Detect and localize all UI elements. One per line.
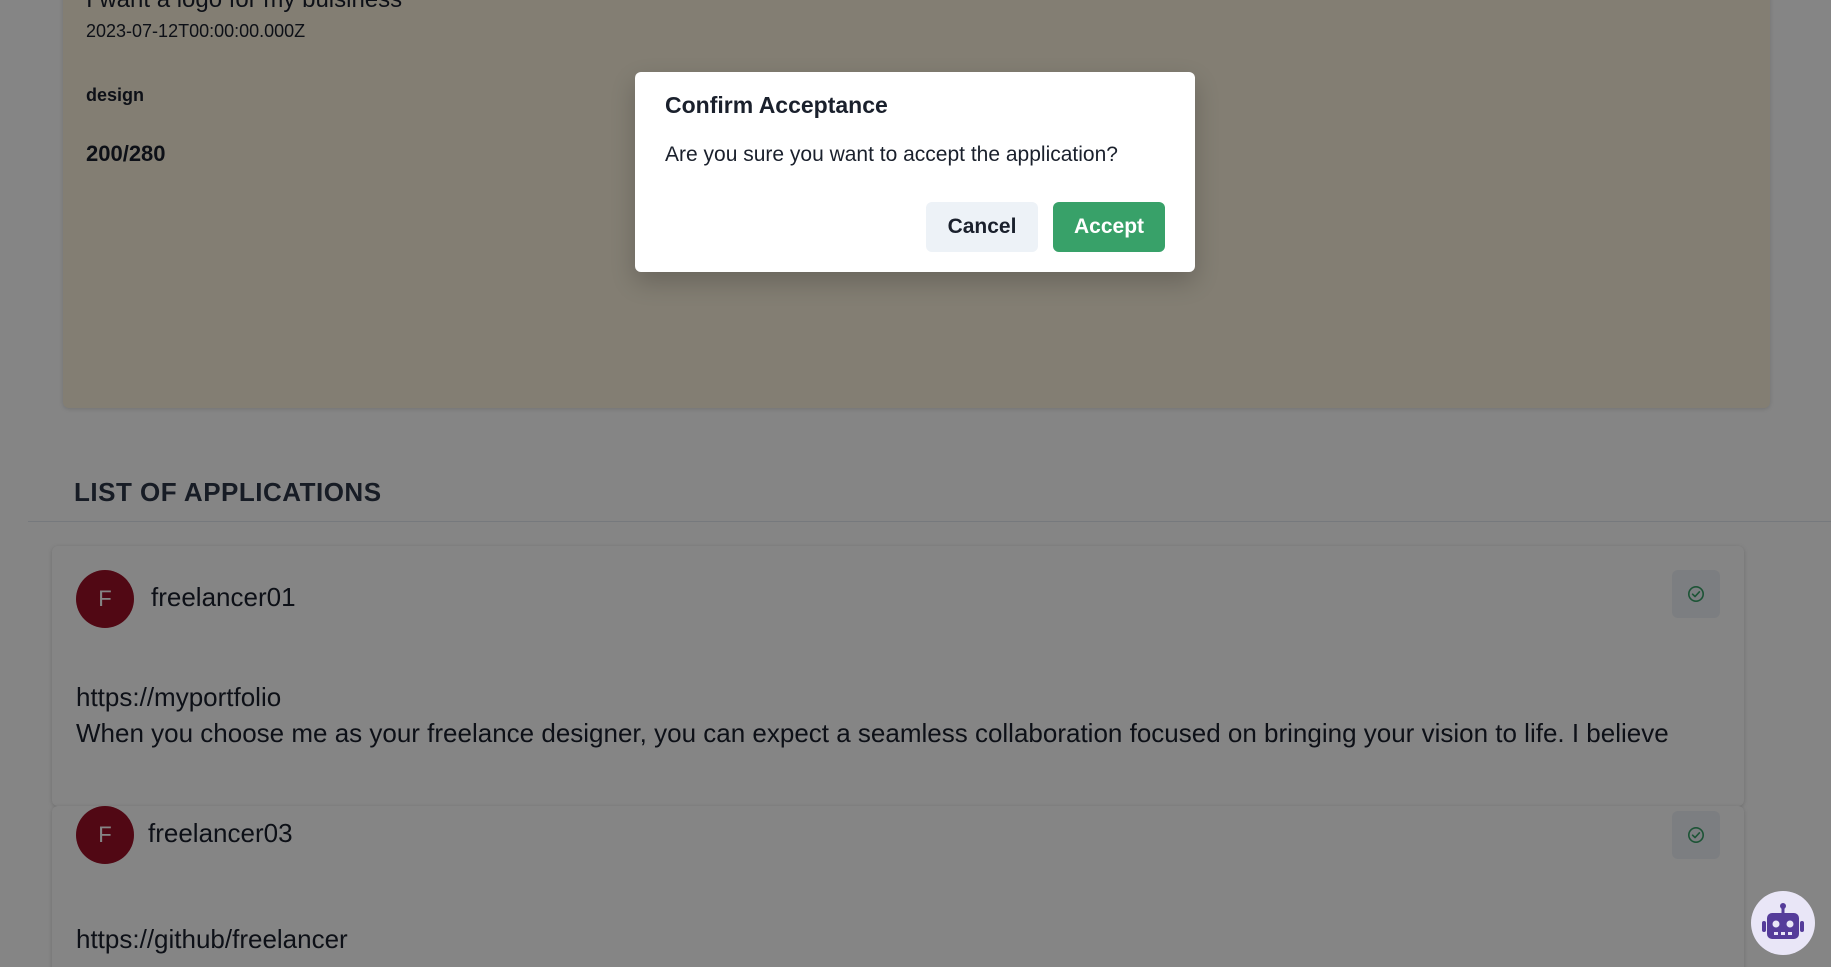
robot-icon <box>1762 903 1804 939</box>
chatbot-button[interactable] <box>1751 891 1815 955</box>
modal-title: Confirm Acceptance <box>665 92 888 118</box>
cancel-button[interactable]: Cancel <box>926 202 1038 252</box>
modal-body: Are you sure you want to accept the appl… <box>665 143 1118 166</box>
page: I want a logo for my buisiness 2023-07-1… <box>0 0 1831 967</box>
accept-button[interactable]: Accept <box>1053 202 1165 252</box>
confirm-modal: Confirm Acceptance Are you sure you want… <box>635 72 1195 272</box>
